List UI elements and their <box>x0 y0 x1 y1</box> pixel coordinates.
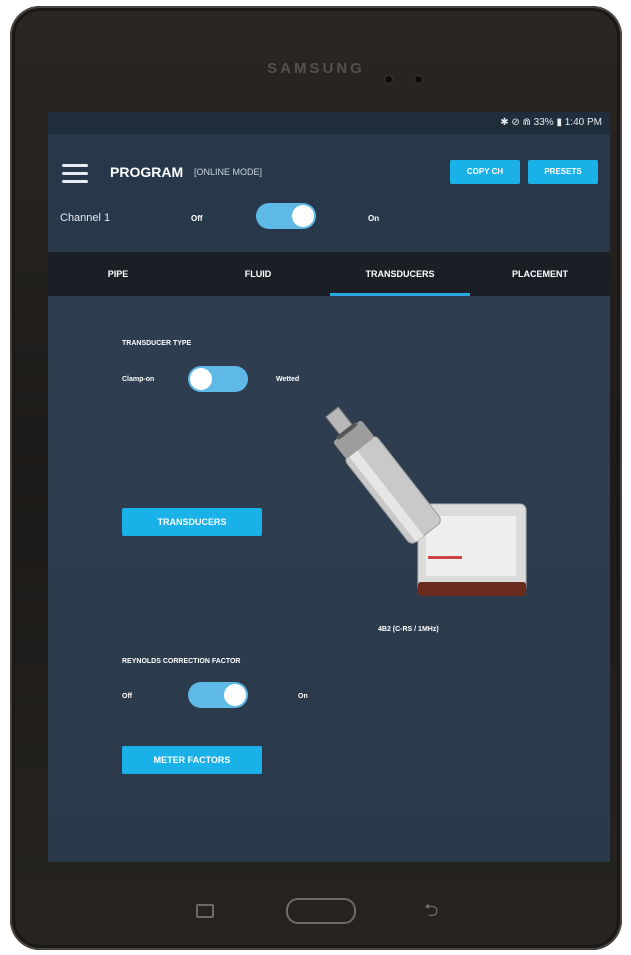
tab-bar: PIPE FLUID TRANSDUCERS PLACEMENT <box>48 252 610 296</box>
front-camera-icon <box>385 76 392 83</box>
home-button-icon[interactable] <box>286 898 356 924</box>
presets-button[interactable]: PRESETS <box>528 160 598 184</box>
channel-on-label: On <box>368 214 380 223</box>
reynolds-title: REYNOLDS CORRECTION FACTOR <box>122 658 241 665</box>
transducer-device-icon <box>325 406 527 596</box>
wetted-label: Wetted <box>276 376 300 383</box>
reynolds-on-label: On <box>298 693 308 700</box>
meter-factors-button[interactable]: METER FACTORS <box>122 746 262 774</box>
transducers-panel: TRANSDUCER TYPE Clamp-on Wetted TRANSDUC… <box>48 296 610 862</box>
recent-apps-icon[interactable] <box>196 904 214 918</box>
status-bar: ✱ ⊘ ⋒ 33% ▮ 1:40 PM <box>48 112 610 134</box>
channel-toggle[interactable] <box>256 203 316 229</box>
transducer-image <box>325 406 527 596</box>
page-title: PROGRAM <box>110 164 184 180</box>
clamp-on-label: Clamp-on <box>122 376 155 383</box>
copy-channel-button[interactable]: COPY CH <box>450 160 520 184</box>
tab-placement[interactable]: PLACEMENT <box>470 252 610 296</box>
channel-label: Channel 1 <box>60 212 111 224</box>
back-icon[interactable]: ⮌ <box>424 898 438 928</box>
reynolds-off-label: Off <box>122 693 133 700</box>
transducer-model-caption: 4B2 (C-RS / 1MHz) <box>378 626 439 633</box>
tab-pipe[interactable]: PIPE <box>48 252 188 296</box>
channel-off-label: Off <box>191 214 203 223</box>
tablet-frame: SAMSUNG ✱ ⊘ ⋒ 33% ▮ 1:40 PM PROGRAM [ONL… <box>10 6 622 950</box>
transducers-button[interactable]: TRANSDUCERS <box>122 508 262 536</box>
app-header: PROGRAM [ONLINE MODE] COPY CH PRESETS Ch… <box>48 134 610 252</box>
transducer-type-title: TRANSDUCER TYPE <box>122 340 192 347</box>
toggle-knob <box>292 205 314 227</box>
transducer-type-toggle[interactable] <box>188 366 248 392</box>
reynolds-toggle[interactable] <box>188 682 248 708</box>
status-text: ✱ ⊘ ⋒ 33% ▮ 1:40 PM <box>500 117 602 128</box>
app-screen: ✱ ⊘ ⋒ 33% ▮ 1:40 PM PROGRAM [ONLINE MODE… <box>48 112 610 862</box>
tab-fluid[interactable]: FLUID <box>188 252 328 296</box>
tab-transducers[interactable]: TRANSDUCERS <box>330 252 470 296</box>
mode-subtitle: [ONLINE MODE] <box>194 167 263 177</box>
toggle-knob <box>190 368 212 390</box>
sensor-icon <box>415 76 422 83</box>
toggle-knob <box>224 684 246 706</box>
brand-logo: SAMSUNG <box>267 60 365 77</box>
hamburger-menu-icon[interactable] <box>62 164 88 184</box>
